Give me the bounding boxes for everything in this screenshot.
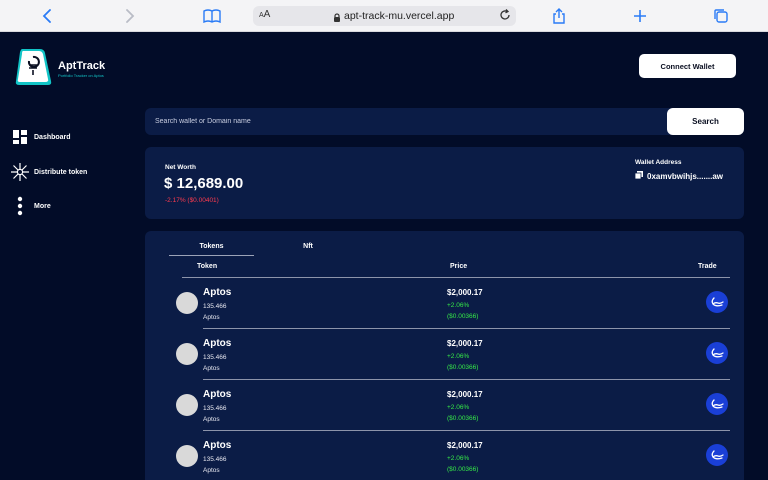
column-header-token: Token xyxy=(197,263,218,270)
net-worth-card: Net Worth $ 12,689.00 -2.17% ($0.00401) … xyxy=(145,147,744,219)
token-name: Aptos xyxy=(203,440,232,451)
share-icon[interactable] xyxy=(549,6,569,26)
token-amount: 135.466 xyxy=(203,303,227,310)
tokens-card: Tokens Nft Token Price Trade Aptos 135.4… xyxy=(145,231,744,480)
token-name: Aptos xyxy=(203,389,232,400)
token-logo xyxy=(176,445,198,467)
net-worth-change: -2.17% ($0.00401) xyxy=(165,197,219,204)
url-text: apt-track-mu.vercel.app xyxy=(344,10,455,22)
column-header-trade: Trade xyxy=(698,263,717,270)
table-row: Aptos 135.466 Aptos $2,000.17 +2.06% ($0… xyxy=(165,329,730,380)
token-price: $2,000.17 xyxy=(447,441,483,450)
sidebar-label-distribute-token: Distribute token xyxy=(34,168,88,176)
token-amount: 135.466 xyxy=(203,354,227,361)
token-name: Aptos xyxy=(203,338,232,349)
back-icon[interactable] xyxy=(38,6,58,26)
tab-nft[interactable]: Nft xyxy=(295,243,321,250)
trade-button[interactable] xyxy=(706,342,728,364)
token-name: Aptos xyxy=(203,287,232,298)
token-price: $2,000.17 xyxy=(447,288,483,297)
sidebar-item-more[interactable]: More xyxy=(10,195,51,217)
address-bar[interactable]: AA apt-track-mu.vercel.app xyxy=(253,6,516,26)
app-logo[interactable] xyxy=(14,46,52,86)
token-price: $2,000.17 xyxy=(447,339,483,348)
more-vertical-icon xyxy=(10,196,30,216)
sidebar-item-distribute-token[interactable]: Distribute token xyxy=(10,161,87,183)
token-logo xyxy=(176,343,198,365)
lock-icon xyxy=(333,10,341,28)
token-symbol: Aptos xyxy=(203,416,220,423)
reload-icon[interactable] xyxy=(498,8,512,27)
token-logo xyxy=(176,292,198,314)
token-percent-change: +2.06% xyxy=(447,302,470,309)
wave-icon xyxy=(711,450,724,460)
wave-icon xyxy=(711,297,724,307)
search-button[interactable]: Search xyxy=(667,108,744,135)
trade-button[interactable] xyxy=(706,444,728,466)
net-worth-value: $ 12,689.00 xyxy=(164,175,244,192)
token-symbol: Aptos xyxy=(203,365,220,372)
copy-icon[interactable] xyxy=(634,171,643,181)
distribute-icon xyxy=(10,162,30,182)
tabs-overview-icon[interactable] xyxy=(711,6,731,26)
wallet-address-label: Wallet Address xyxy=(635,159,682,166)
connect-wallet-button[interactable]: Connect Wallet xyxy=(639,54,736,78)
new-tab-icon[interactable] xyxy=(630,6,650,26)
bookmarks-icon[interactable] xyxy=(202,6,222,26)
trade-button[interactable] xyxy=(706,291,728,313)
token-symbol: Aptos xyxy=(203,467,220,474)
token-percent-change: +2.06% xyxy=(447,455,470,462)
browser-toolbar: AA apt-track-mu.vercel.app xyxy=(0,0,768,32)
wallet-address[interactable]: 0xamvbwihjs.......aw xyxy=(634,171,724,181)
brand-name: AptTrack xyxy=(58,60,106,72)
token-value-change: ($0.00366) xyxy=(447,466,479,473)
token-symbol: Aptos xyxy=(203,314,220,321)
sidebar-item-dashboard[interactable]: Dashboard xyxy=(10,126,71,148)
search-bar: Search xyxy=(145,108,744,135)
sidebar-label-more: More xyxy=(34,202,51,210)
token-percent-change: +2.06% xyxy=(447,404,470,411)
wave-icon xyxy=(711,399,724,409)
brand-tagline: Portfolio Tracker on Aptos xyxy=(58,73,104,78)
token-value-change: ($0.00366) xyxy=(447,415,479,422)
table-row: Aptos 135.466 Aptos $2,000.17 +2.06% ($0… xyxy=(165,431,730,480)
dashboard-grid-icon xyxy=(10,127,30,147)
wave-icon xyxy=(711,348,724,358)
net-worth-label: Net Worth xyxy=(165,164,196,171)
forward-icon[interactable] xyxy=(119,6,139,26)
sidebar-label-dashboard: Dashboard xyxy=(34,133,71,141)
wallet-address-value: 0xamvbwihjs.......aw xyxy=(647,171,724,181)
token-price: $2,000.17 xyxy=(447,390,483,399)
search-input[interactable] xyxy=(145,108,667,135)
token-logo xyxy=(176,394,198,416)
table-row: Aptos 135.466 Aptos $2,000.17 +2.06% ($0… xyxy=(165,380,730,431)
table-row: Aptos 135.466 Aptos $2,000.17 +2.06% ($0… xyxy=(165,278,730,329)
token-amount: 135.466 xyxy=(203,456,227,463)
column-header-price: Price xyxy=(450,263,468,270)
token-amount: 135.466 xyxy=(203,405,227,412)
text-size-button[interactable]: AA xyxy=(259,9,270,20)
token-value-change: ($0.00366) xyxy=(447,364,479,371)
trade-button[interactable] xyxy=(706,393,728,415)
token-value-change: ($0.00366) xyxy=(447,313,479,320)
token-percent-change: +2.06% xyxy=(447,353,470,360)
tab-tokens[interactable]: Tokens xyxy=(169,243,254,256)
